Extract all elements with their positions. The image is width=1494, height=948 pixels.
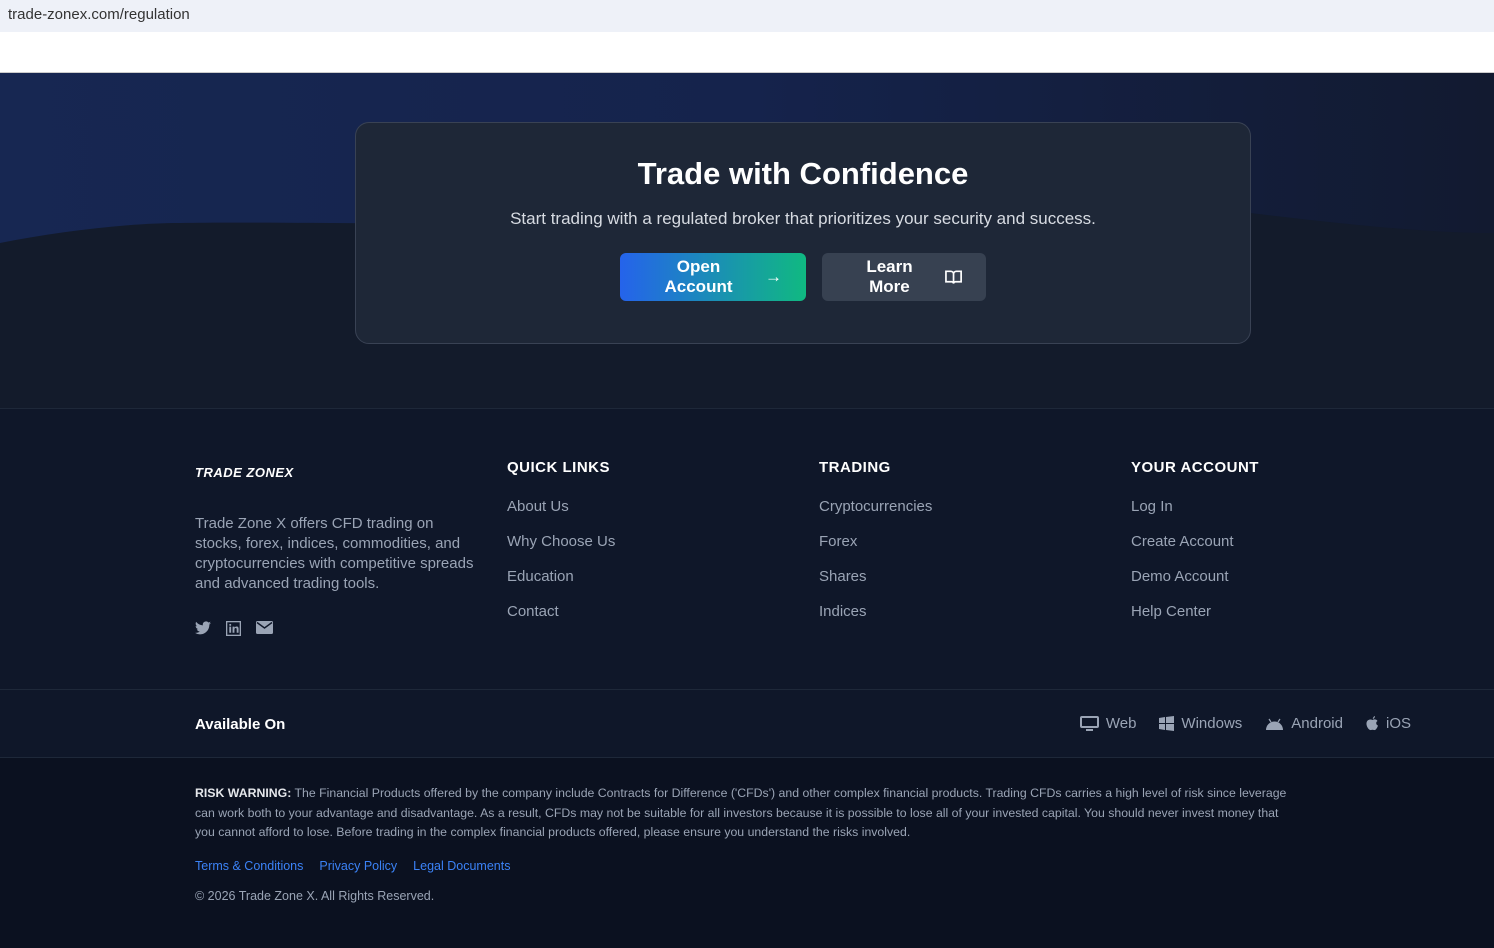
platform-windows[interactable]: Windows	[1159, 715, 1242, 732]
footer-link-log-in[interactable]: Log In	[1131, 498, 1259, 515]
logo[interactable]: TRADE ZONEX	[195, 465, 475, 480]
brand-column: TRADE ZONEX Trade Zone X offers CFD trad…	[195, 465, 475, 636]
risk-warning-text: The Financial Products offered by the co…	[195, 786, 1286, 839]
open-account-button[interactable]: Open Account →	[620, 253, 806, 301]
url-text: trade-zonex.com/regulation	[8, 6, 190, 23]
footer: TRADE ZONEX Trade Zone X offers CFD trad…	[0, 408, 1494, 689]
terms-link[interactable]: Terms & Conditions	[195, 859, 303, 873]
platform-label: iOS	[1386, 715, 1411, 732]
apple-icon	[1366, 716, 1379, 731]
linkedin-icon[interactable]	[226, 621, 241, 636]
account-column: YOUR ACCOUNT Log In Create Account Demo …	[1131, 459, 1259, 638]
legal-documents-link[interactable]: Legal Documents	[413, 859, 510, 873]
available-on-label: Available On	[195, 716, 285, 733]
platform-label: Windows	[1181, 715, 1242, 732]
platform-android[interactable]: Android	[1265, 715, 1343, 732]
footer-link-create-account[interactable]: Create Account	[1131, 533, 1259, 550]
cta-card: Trade with Confidence Start trading with…	[355, 122, 1251, 344]
risk-warning: RISK WARNING: The Financial Products off…	[195, 784, 1299, 843]
footer-link-demo-account[interactable]: Demo Account	[1131, 568, 1259, 585]
cta-subtitle: Start trading with a regulated broker th…	[356, 209, 1250, 229]
legal-section: RISK WARNING: The Financial Products off…	[0, 758, 1494, 948]
learn-more-button[interactable]: Learn More	[822, 253, 986, 301]
footer-link-indices[interactable]: Indices	[819, 603, 932, 620]
platform-web[interactable]: Web	[1080, 715, 1137, 732]
column-heading: YOUR ACCOUNT	[1131, 459, 1259, 476]
footer-link-shares[interactable]: Shares	[819, 568, 932, 585]
android-icon	[1265, 718, 1284, 730]
quick-links-column: QUICK LINKS About Us Why Choose Us Educa…	[507, 459, 615, 638]
footer-link-help-center[interactable]: Help Center	[1131, 603, 1259, 620]
platform-label: Web	[1106, 715, 1137, 732]
arrow-right-icon: →	[765, 267, 782, 287]
footer-link-education[interactable]: Education	[507, 568, 615, 585]
footer-link-forex[interactable]: Forex	[819, 533, 932, 550]
footer-link-cryptocurrencies[interactable]: Cryptocurrencies	[819, 498, 932, 515]
book-icon	[945, 269, 962, 285]
privacy-policy-link[interactable]: Privacy Policy	[319, 859, 397, 873]
top-bar	[0, 32, 1494, 73]
platform-ios[interactable]: iOS	[1366, 715, 1411, 732]
risk-warning-label: RISK WARNING:	[195, 786, 291, 800]
open-account-label: Open Account	[644, 257, 753, 297]
twitter-icon[interactable]	[195, 621, 211, 635]
footer-link-about-us[interactable]: About Us	[507, 498, 615, 515]
brand-description: Trade Zone X offers CFD trading on stock…	[195, 514, 475, 594]
copyright: © 2026 Trade Zone X. All Rights Reserved…	[195, 889, 1299, 903]
column-heading: QUICK LINKS	[507, 459, 615, 476]
footer-link-why-choose-us[interactable]: Why Choose Us	[507, 533, 615, 550]
address-bar[interactable]: trade-zonex.com/regulation	[0, 0, 1494, 32]
platform-label: Android	[1291, 715, 1343, 732]
column-heading: TRADING	[819, 459, 932, 476]
cta-section: Trade with Confidence Start trading with…	[0, 73, 1494, 408]
monitor-icon	[1080, 716, 1099, 732]
footer-link-contact[interactable]: Contact	[507, 603, 615, 620]
learn-more-label: Learn More	[846, 257, 933, 297]
trading-column: TRADING Cryptocurrencies Forex Shares In…	[819, 459, 932, 638]
windows-icon	[1159, 716, 1174, 731]
cta-title: Trade with Confidence	[356, 156, 1250, 192]
email-icon[interactable]	[256, 621, 273, 634]
available-on-bar: Available On Web Windows Android iOS	[0, 689, 1494, 758]
